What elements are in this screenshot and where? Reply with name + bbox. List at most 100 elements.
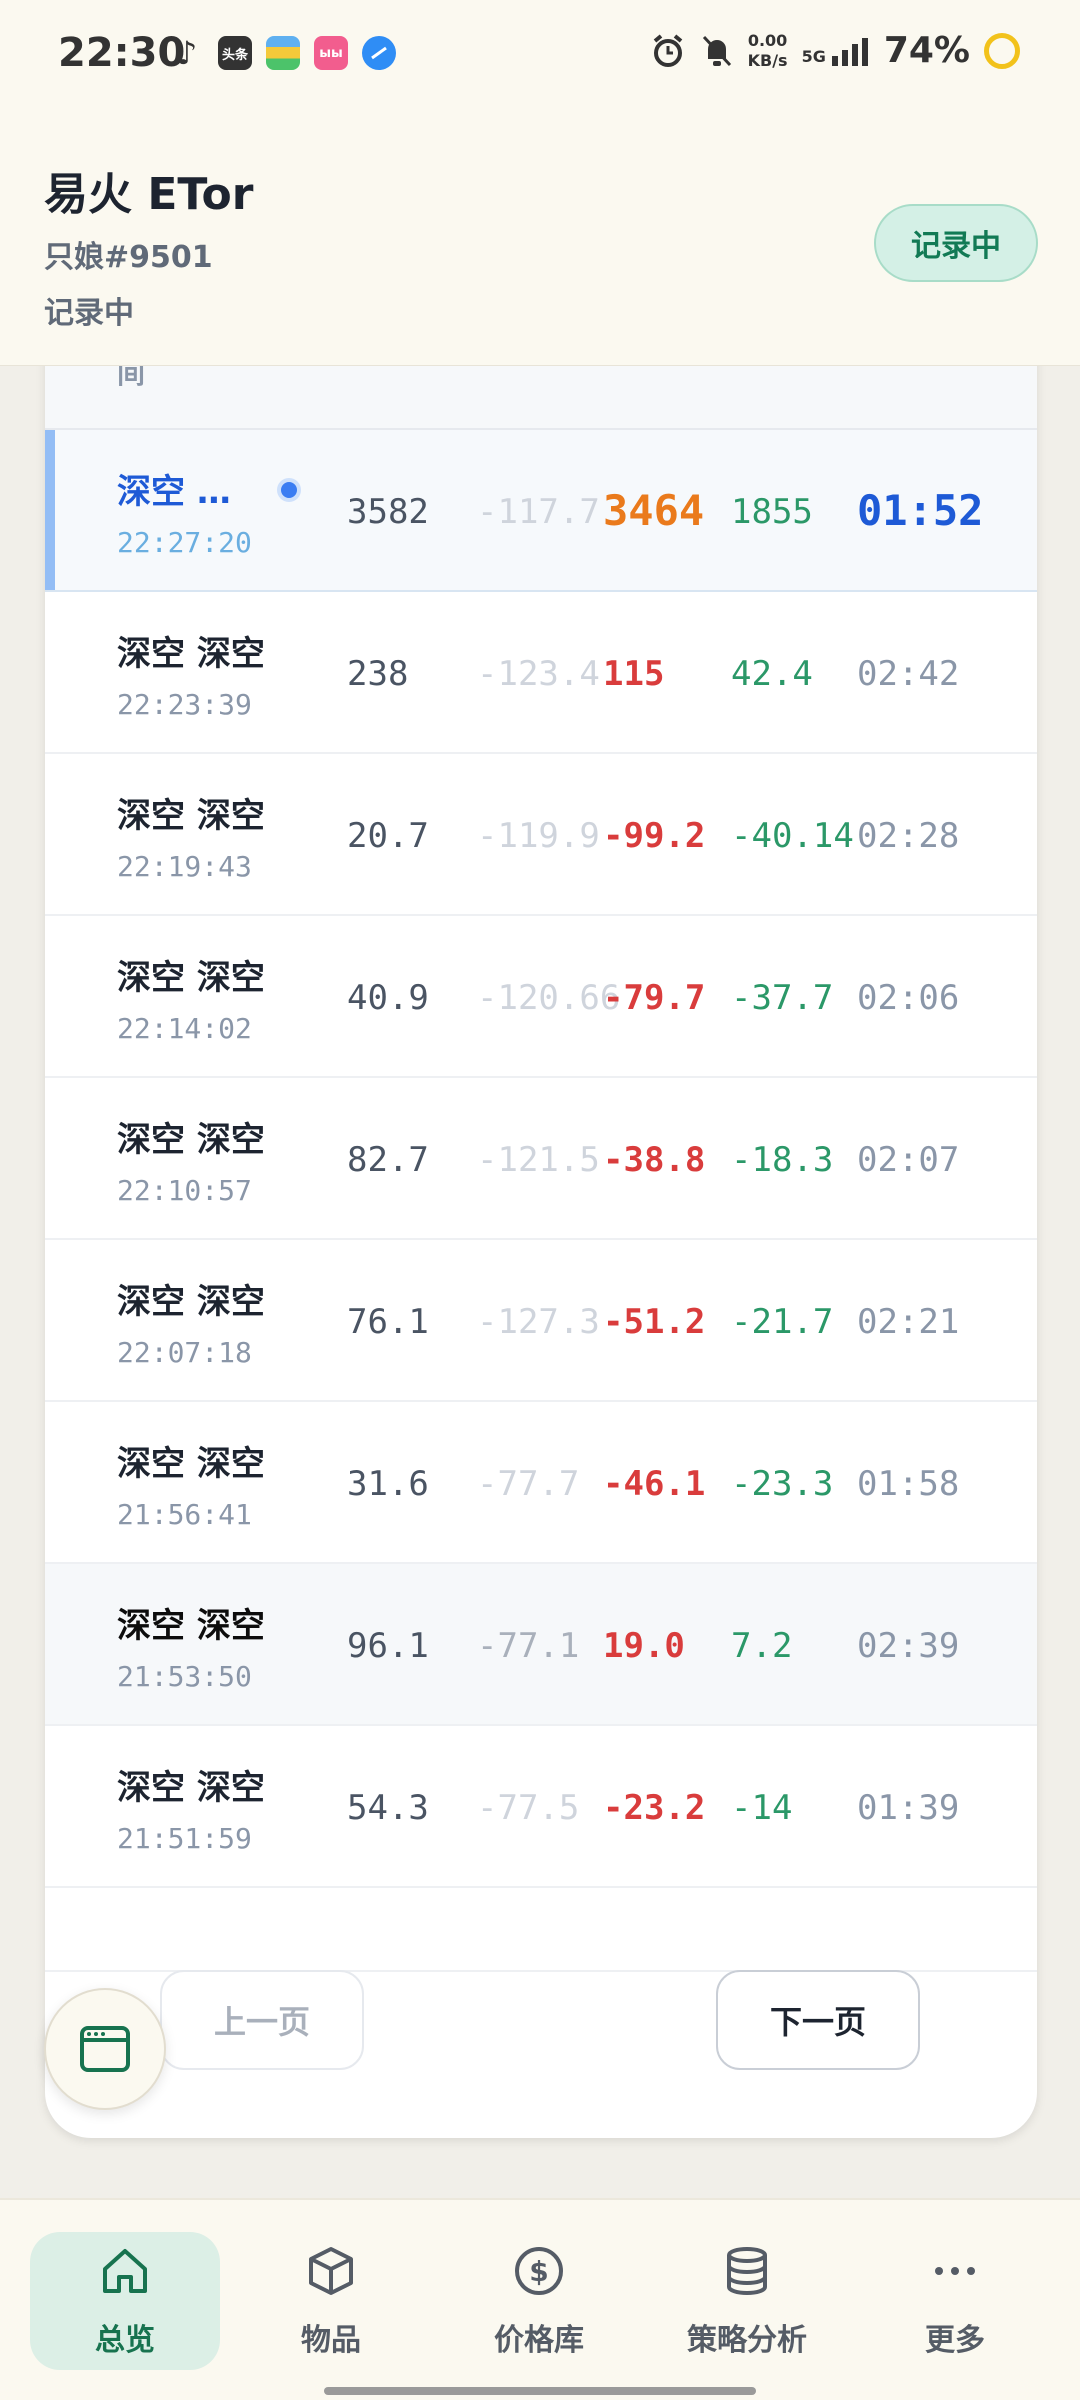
- table-row[interactable]: 深空 深空 22:23:39 238 -123.4 115 42.4 02:42: [45, 592, 1037, 754]
- next-page-button[interactable]: 下一页: [716, 1970, 920, 2070]
- signal-icon: [831, 37, 868, 66]
- row-value-4: -18.3: [731, 1140, 834, 1180]
- row-value-4: -37.7: [731, 978, 834, 1018]
- svg-text:$: $: [529, 2255, 548, 2288]
- row-name: 深空 深空: [117, 1120, 265, 1160]
- mute-icon: [702, 35, 731, 66]
- row-value-1: 3582: [347, 492, 429, 532]
- wallet-icon: [266, 36, 300, 70]
- toutiao-icon: 头条: [218, 36, 252, 70]
- row-value-4: 42.4: [731, 654, 813, 694]
- row-value-2: -127.3: [477, 1302, 600, 1342]
- browser-icon: [362, 36, 396, 70]
- row-name: 深空 深空: [117, 958, 265, 998]
- row-value-3: -46.1: [603, 1464, 706, 1504]
- row-time: 22:10:57: [117, 1174, 252, 1207]
- row-time: 21:53:50: [117, 1660, 252, 1693]
- tiktok-icon: ♪: [176, 34, 198, 72]
- current-dot-icon: [277, 478, 301, 502]
- home-icon: [97, 2243, 153, 2303]
- app-title: 易火 ETor: [44, 169, 254, 220]
- row-value-2: -77.1: [477, 1626, 580, 1666]
- dollar-icon: $: [511, 2243, 567, 2303]
- row-value-3: -99.2: [603, 816, 706, 856]
- row-duration: 01:52: [857, 486, 984, 535]
- net-speed: 0.00 KB/s: [748, 31, 788, 71]
- floating-window-button[interactable]: [44, 1988, 166, 2110]
- row-value-2: -77.7: [477, 1464, 580, 1504]
- row-name: 深空 深空: [117, 796, 265, 836]
- row-duration: 02:07: [857, 1140, 960, 1180]
- bilibili-icon: ыы: [314, 36, 348, 70]
- row-value-2: -117.7: [477, 492, 600, 532]
- status-time: 22:30: [58, 30, 186, 76]
- gesture-bar[interactable]: [324, 2387, 756, 2395]
- row-value-3: -51.2: [603, 1302, 706, 1342]
- app-header: 易火 ETor 只娘#9501 记录中 记录中: [0, 118, 1080, 366]
- status-bar: 22:30 ♪ 头条 ыы 0.00 KB/s 5G 74%: [0, 0, 1080, 118]
- window-icon: [80, 2026, 130, 2072]
- row-duration: 01:39: [857, 1788, 960, 1828]
- row-time: 22:27:20: [117, 526, 252, 559]
- nav-item-3[interactable]: 策略分析: [652, 2232, 842, 2370]
- row-value-2: -121.5: [477, 1140, 600, 1180]
- notification-icons: ♪ 头条 ыы: [170, 34, 396, 72]
- row-value-3: 3464: [603, 486, 705, 535]
- table-row[interactable]: 深空 深空 21:56:41 31.6 -77.7 -46.1 -23.3 01:58: [45, 1402, 1037, 1564]
- row-value-1: 238: [347, 654, 409, 694]
- battery-level: 74%: [883, 30, 970, 71]
- row-value-3: 115: [603, 654, 665, 694]
- row-value-1: 20.7: [347, 816, 429, 856]
- record-button[interactable]: 记录中: [874, 204, 1038, 282]
- row-name: 深空 …: [117, 472, 231, 512]
- row-duration: 02:28: [857, 816, 960, 856]
- table-row[interactable]: 深空 深空 21:53:50 96.1 -77.1 19.0 7.2 02:39: [45, 1564, 1037, 1726]
- table-row[interactable]: 深空 … 22:27:20 3582 -117.7 3464 1855 01:52: [45, 430, 1037, 592]
- nav-label: 物品: [301, 2323, 361, 2358]
- row-value-4: -14: [731, 1788, 793, 1828]
- row-value-1: 54.3: [347, 1788, 429, 1828]
- nav-item-0[interactable]: 总览: [30, 2232, 220, 2370]
- row-value-4: 1855: [731, 492, 813, 532]
- table-row[interactable]: 深空 深空 22:14:02 40.9 -120.66 -79.7 -37.7 02:06: [45, 916, 1037, 1078]
- table-row[interactable]: 深空 深空 21:51:59 54.3 -77.5 -23.2 -14 01:39: [45, 1726, 1037, 1888]
- recording-status: 记录中: [44, 296, 134, 331]
- row-value-3: -79.7: [603, 978, 706, 1018]
- net-speed-value: 0.00: [747, 30, 788, 50]
- row-time: 21:51:59: [117, 1822, 252, 1855]
- nav-item-2[interactable]: $ 价格库: [444, 2232, 634, 2370]
- row-value-1: 82.7: [347, 1140, 429, 1180]
- row-value-1: 31.6: [347, 1464, 429, 1504]
- nav-item-1[interactable]: 物品: [236, 2232, 426, 2370]
- row-duration: 02:39: [857, 1626, 960, 1666]
- row-duration: 02:42: [857, 654, 960, 694]
- row-value-3: -23.2: [603, 1788, 706, 1828]
- alarm-icon: [653, 33, 682, 67]
- table-row[interactable]: 深空 深空 22:10:57 82.7 -121.5 -38.8 -18.3 02:07: [45, 1078, 1037, 1240]
- table-row[interactable]: 深空 深空 22:19:43 20.7 -119.9 -99.2 -40.14 02:28: [45, 754, 1037, 916]
- records-card: 间 深空 … 22:27:20 3582 -117.7 3464 1855 01:52 深空 …: [45, 300, 1037, 2138]
- row-value-3: -38.8: [603, 1140, 706, 1180]
- row-name: 深空 深空: [117, 1444, 265, 1484]
- row-value-4: -40.14: [731, 816, 854, 856]
- row-duration: 01:58: [857, 1464, 960, 1504]
- row-value-1: 96.1: [347, 1626, 429, 1666]
- row-value-2: -123.4: [477, 654, 600, 694]
- row-duration: 02:06: [857, 978, 960, 1018]
- row-name: 深空 深空: [117, 1606, 265, 1646]
- user-id: 只娘#9501: [44, 240, 213, 275]
- row-time: 22:14:02: [117, 1012, 252, 1045]
- row-value-3: 19.0: [603, 1626, 685, 1666]
- row-value-1: 40.9: [347, 978, 429, 1018]
- row-duration: 02:21: [857, 1302, 960, 1342]
- prev-page-button[interactable]: 上一页: [160, 1970, 364, 2070]
- row-name: 深空 深空: [117, 1282, 265, 1322]
- more-icon: [927, 2243, 983, 2303]
- nav-item-4[interactable]: 更多: [860, 2232, 1050, 2370]
- battery-ring-icon: [984, 32, 1020, 69]
- nav-label: 更多: [925, 2323, 985, 2358]
- row-value-2: -119.9: [477, 816, 600, 856]
- row-value-2: -77.5: [477, 1788, 580, 1828]
- table-row[interactable]: 深空 深空 22:07:18 76.1 -127.3 -51.2 -21.7 02:21: [45, 1240, 1037, 1402]
- row-name: 深空 深空: [117, 634, 265, 674]
